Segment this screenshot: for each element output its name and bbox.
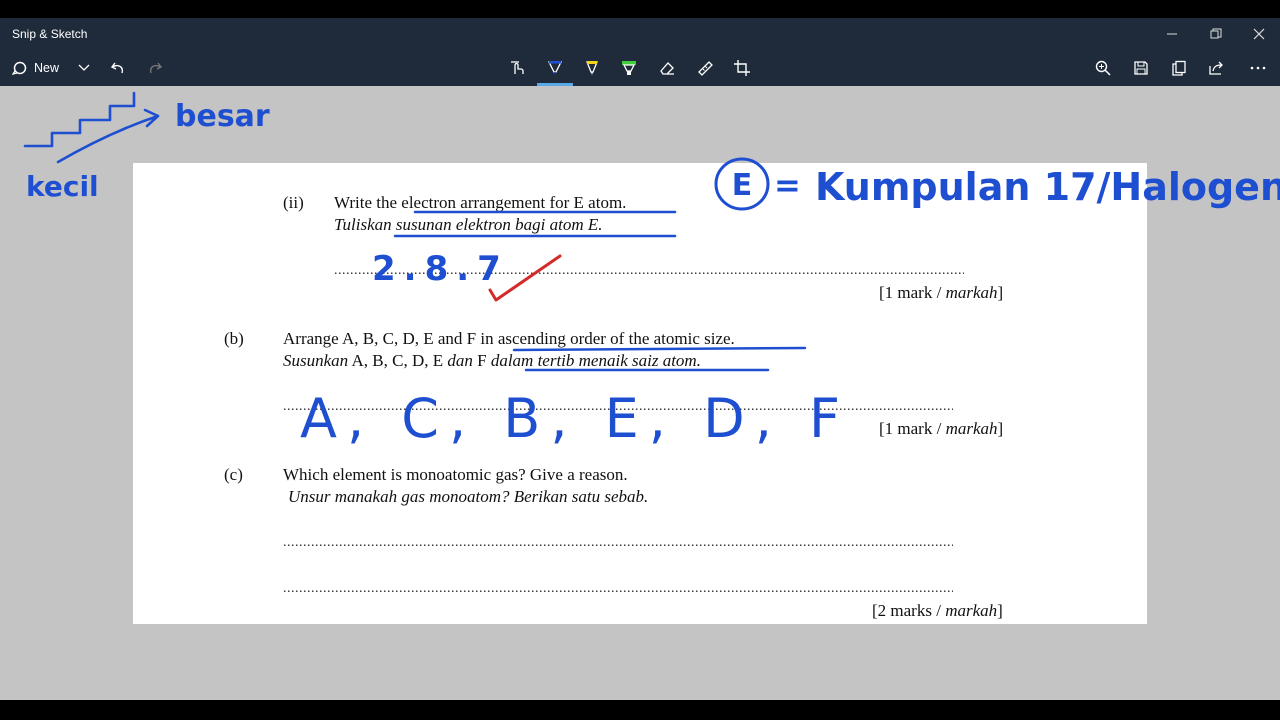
new-snip-button[interactable]: New <box>8 50 74 86</box>
mark-b: [1 mark / markah] <box>879 419 1004 438</box>
more-icon <box>1250 66 1266 70</box>
eraser-icon <box>660 62 674 75</box>
chevron-down-icon <box>78 64 90 71</box>
restore-icon <box>1210 28 1222 39</box>
close-button[interactable] <box>1237 18 1280 50</box>
answer-line-c1: ........................................… <box>283 535 953 550</box>
mark-ii: [1 mark / markah] <box>879 283 1004 302</box>
question-c-number: (c) <box>224 465 243 484</box>
question-b-english: Arrange A, B, C, D, E and F in ascending… <box>283 329 735 348</box>
question-ii-malay: Tuliskan susunan elektron bagi atom E. <box>334 215 603 234</box>
redo-button[interactable] <box>143 50 167 86</box>
new-label: New <box>34 61 60 75</box>
pencil-button[interactable] <box>580 50 604 86</box>
more-options-button[interactable] <box>1246 50 1270 86</box>
ballpoint-pen-icon <box>547 61 563 75</box>
zoom-button[interactable] <box>1091 50 1115 86</box>
touch-writing-icon <box>511 61 524 74</box>
document-snip: (ii) Write the electron arrangement for … <box>133 163 1147 624</box>
redo-icon <box>149 62 163 74</box>
share-icon <box>1209 61 1223 75</box>
save-button[interactable] <box>1129 50 1153 86</box>
crop-icon <box>734 60 750 76</box>
copy-button[interactable] <box>1167 50 1191 86</box>
highlighter-button[interactable] <box>617 50 641 86</box>
zoom-icon <box>1095 60 1111 76</box>
new-dropdown-button[interactable] <box>74 50 94 86</box>
undo-button[interactable] <box>106 50 130 86</box>
share-button[interactable] <box>1204 50 1228 86</box>
close-icon <box>1253 28 1265 40</box>
ruler-icon <box>698 61 713 76</box>
highlighter-icon <box>622 61 636 75</box>
undo-icon <box>110 62 124 74</box>
ruler-button[interactable] <box>693 50 717 86</box>
save-icon <box>1134 61 1148 75</box>
title-bar: Snip & Sketch <box>0 18 1280 50</box>
new-snip-icon <box>12 61 27 75</box>
question-ii-english: Write the electron arrangement for E ato… <box>334 193 627 212</box>
toolbar: New <box>0 50 1280 86</box>
question-c-malay: Unsur manakah gas monoatom? Berikan satu… <box>288 487 649 506</box>
answer-line-c2: ........................................… <box>283 581 953 596</box>
pencil-icon <box>586 61 598 75</box>
restore-button[interactable] <box>1194 18 1238 50</box>
ballpoint-pen-button[interactable] <box>543 50 567 86</box>
question-c-english: Which element is monoatomic gas? Give a … <box>283 465 628 484</box>
minimize-icon <box>1167 33 1177 35</box>
eraser-button[interactable] <box>655 50 679 86</box>
question-b-number: (b) <box>224 329 244 348</box>
crop-button[interactable] <box>730 50 754 86</box>
question-b-malay: Susunkan A, B, C, D, E dan F dalam terti… <box>283 351 701 370</box>
copy-icon <box>1172 60 1186 76</box>
touch-writing-button[interactable] <box>505 50 529 86</box>
app-title: Snip & Sketch <box>12 27 88 41</box>
minimize-button[interactable] <box>1150 18 1194 50</box>
question-ii-number: (ii) <box>283 193 304 212</box>
mark-c: [2 marks / markah] <box>872 601 1003 620</box>
answer-line-ii: ........................................… <box>334 263 964 278</box>
screen-top-border <box>0 0 1280 18</box>
screen-bottom-border <box>0 700 1280 720</box>
answer-line-b: ........................................… <box>283 399 953 414</box>
